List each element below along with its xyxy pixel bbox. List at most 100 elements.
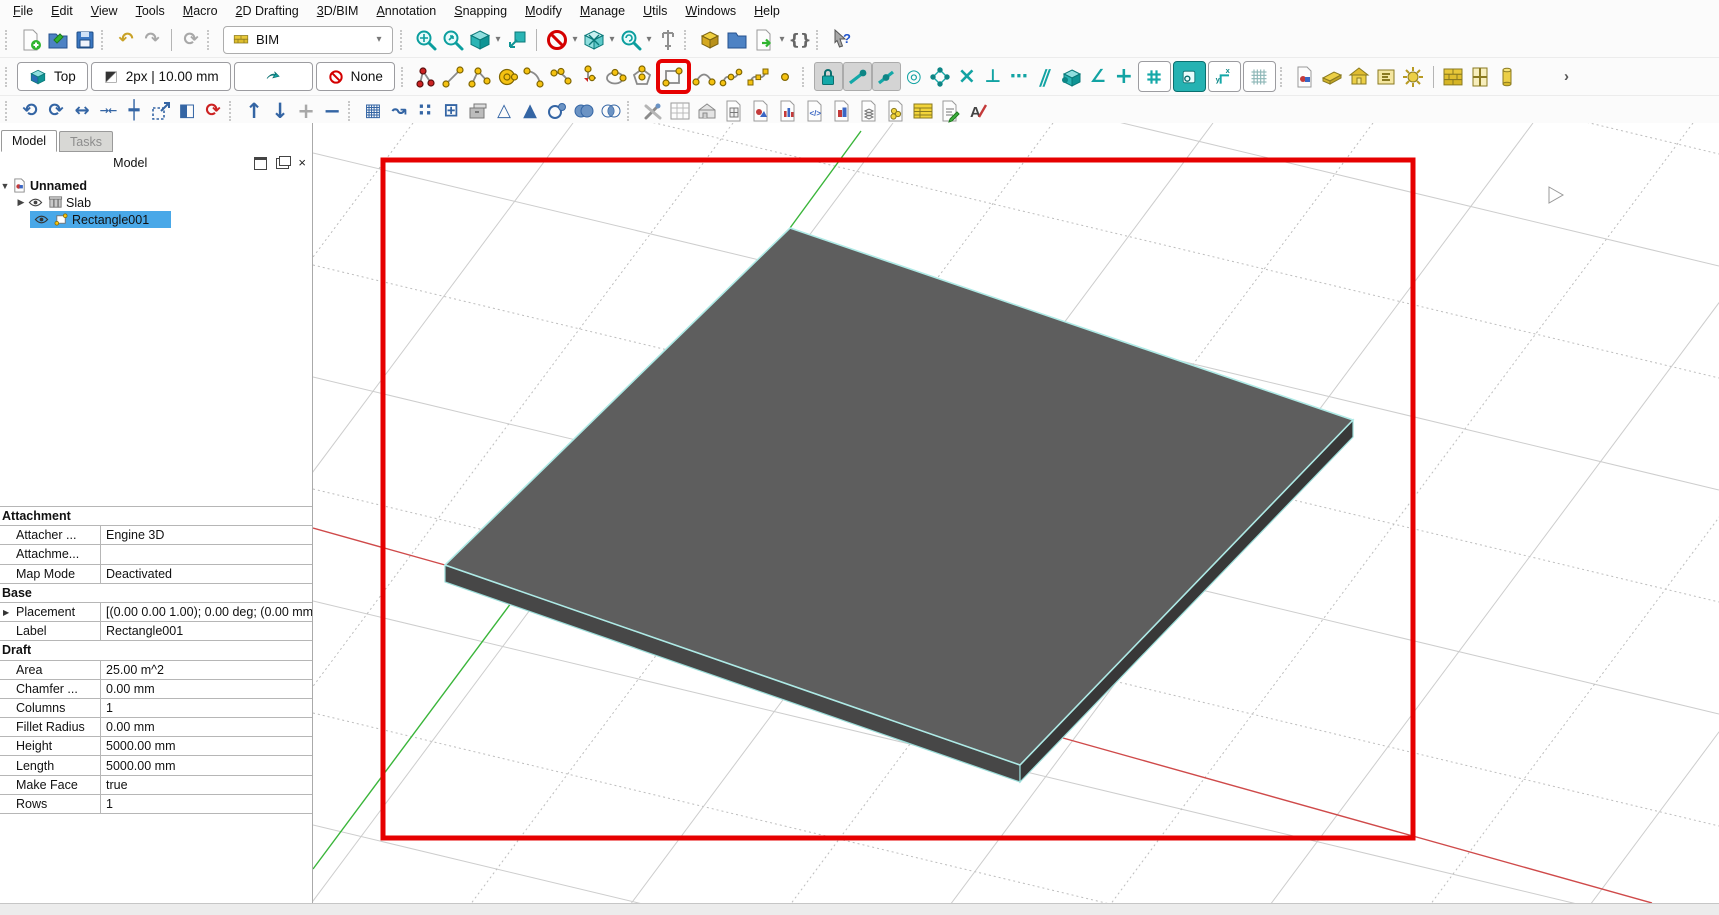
toolbar-grip[interactable] <box>400 30 407 50</box>
menu-item[interactable]: Manage <box>571 2 634 20</box>
autogroup-button[interactable] <box>234 62 313 91</box>
property-value[interactable]: 1 <box>101 795 312 813</box>
property-row[interactable]: Map ModeDeactivated <box>0 565 312 584</box>
draft-polygon-button[interactable] <box>629 63 656 90</box>
new-file-button[interactable] <box>17 26 44 53</box>
menu-item[interactable]: Utils <box>634 2 676 20</box>
menu-item[interactable]: Help <box>745 2 789 20</box>
zoom-selection-button[interactable] <box>439 26 466 53</box>
view-cube-button[interactable] <box>580 26 607 53</box>
tree-label-rectangle[interactable]: Rectangle001 <box>72 213 149 227</box>
macro-braces-button[interactable]: {} <box>787 27 813 53</box>
snap-special-toggle[interactable] <box>927 63 954 90</box>
bim-building-button[interactable] <box>1346 63 1373 90</box>
working-plane-button[interactable]: Top <box>17 62 88 91</box>
draft-line-button[interactable] <box>440 63 467 90</box>
property-value[interactable]: 25.00 m^2 <box>101 661 312 679</box>
eye-icon[interactable] <box>34 212 49 227</box>
property-row[interactable]: Fillet Radius0.00 mm <box>0 718 312 737</box>
open-file-button[interactable] <box>44 26 71 53</box>
nuts-doc-button[interactable] <box>882 97 909 124</box>
draft-arc-3points-button[interactable] <box>548 63 575 90</box>
property-value[interactable]: Deactivated <box>101 565 312 583</box>
snap-intersection-toggle[interactable]: × <box>954 64 980 90</box>
property-value[interactable]: 1 <box>101 699 312 717</box>
view-front-button[interactable] <box>503 26 530 53</box>
rotate-view-button[interactable] <box>617 26 644 53</box>
property-value[interactable]: 0.00 mm <box>101 718 312 736</box>
draft-point-button[interactable] <box>772 63 799 90</box>
snap-ortho-toggle[interactable]: + <box>1111 64 1137 90</box>
chevron-down-icon[interactable]: ▾ <box>777 34 787 45</box>
property-row[interactable]: Attachme... <box>0 545 312 564</box>
toolbar-grip[interactable] <box>816 30 823 50</box>
menu-item[interactable]: File <box>4 2 42 20</box>
snap-midpoint-toggle[interactable] <box>872 62 901 91</box>
building-doc-button[interactable] <box>828 97 855 124</box>
toolbar-grip[interactable] <box>207 30 214 50</box>
viewport-chevron-icon[interactable] <box>1549 187 1563 203</box>
snap-angle-toggle[interactable]: ∠ <box>1085 64 1111 90</box>
image-doc-button[interactable] <box>747 97 774 124</box>
snap-lock-toggle[interactable] <box>814 62 843 91</box>
toolbar-grip[interactable] <box>101 30 108 50</box>
refresh-button[interactable]: ⟳ <box>178 27 204 53</box>
toolbar-grip[interactable] <box>5 101 12 121</box>
toolbar-grip[interactable] <box>627 101 634 121</box>
menu-item[interactable]: Annotation <box>367 2 445 20</box>
chevron-down-icon[interactable]: ▾ <box>644 34 654 45</box>
draft-to-sketch-button[interactable] <box>464 97 491 124</box>
add-point-button[interactable]: + <box>293 98 319 124</box>
menu-item[interactable]: Edit <box>42 2 82 20</box>
move-down-button[interactable]: ↓ <box>267 98 293 124</box>
bim-level-button[interactable] <box>1373 63 1400 90</box>
save-button[interactable] <box>71 26 98 53</box>
draft-bezier-button[interactable] <box>745 63 772 90</box>
move-up-button[interactable]: ↑ <box>241 98 267 124</box>
annotation-styles-button[interactable]: A <box>963 97 990 124</box>
property-row[interactable]: Make Facetrue <box>0 776 312 795</box>
draft-fillet-button[interactable] <box>575 63 602 90</box>
expander-right-icon[interactable]: ▶ <box>3 608 9 617</box>
snap-working-plane-toggle[interactable] <box>1058 63 1085 90</box>
property-row[interactable]: Length5000.00 mm <box>0 756 312 775</box>
redo-button[interactable]: ↷ <box>139 27 165 53</box>
union-button[interactable] <box>570 97 597 124</box>
property-row[interactable]: ▶Placement[(0.00 0.00 1.00); 0.00 deg; (… <box>0 603 312 622</box>
3d-viewport[interactable] <box>313 123 1719 903</box>
toggle-grid-button[interactable] <box>1138 61 1171 92</box>
bim-slab-button[interactable] <box>1319 63 1346 90</box>
layers-doc-button[interactable] <box>855 97 882 124</box>
snap-perpendicular-toggle[interactable]: ⊥ <box>980 64 1006 90</box>
clipping-off-button[interactable] <box>543 26 570 53</box>
bim-site-button[interactable] <box>1400 63 1427 90</box>
tree-row-rectangle[interactable]: Rectangle001 <box>0 211 312 228</box>
menu-item[interactable]: Snapping <box>445 2 516 20</box>
schedule-button[interactable] <box>909 97 936 124</box>
chart-doc-button[interactable] <box>774 97 801 124</box>
tab-model[interactable]: Model <box>1 130 57 152</box>
tab-tasks[interactable]: Tasks <box>59 131 113 152</box>
tree-row-document[interactable]: ▼ Unnamed <box>0 177 312 194</box>
property-value[interactable]: 0.00 mm <box>101 680 312 698</box>
chevron-down-icon[interactable]: ▾ <box>570 34 580 45</box>
array-button[interactable]: ▦ <box>360 98 386 124</box>
stretch-button[interactable]: ↔ <box>69 98 95 124</box>
close-icon[interactable]: × <box>298 158 306 168</box>
spreadsheet-button[interactable] <box>666 97 693 124</box>
upgrade-button[interactable]: ▲ <box>517 98 543 124</box>
utility-tools-button[interactable] <box>639 97 666 124</box>
bim-column-button[interactable] <box>1494 63 1521 90</box>
tree-label-root[interactable]: Unnamed <box>30 179 87 193</box>
menu-item[interactable]: Modify <box>516 2 571 20</box>
toolbar-grip[interactable] <box>802 67 809 87</box>
menu-item[interactable]: Tools <box>127 2 174 20</box>
property-value[interactable]: 5000.00 mm <box>101 756 312 774</box>
dock-restore-icon[interactable] <box>254 157 267 170</box>
open-directory-button[interactable] <box>723 26 750 53</box>
line-style-button[interactable]: 2px | 10.00 mm <box>91 62 231 91</box>
join-button[interactable]: ┿ <box>121 98 147 124</box>
viewport-canvas[interactable] <box>313 123 1719 903</box>
undo-button[interactable]: ↶ <box>113 27 139 53</box>
chevron-down-icon[interactable]: ▾ <box>493 34 503 45</box>
